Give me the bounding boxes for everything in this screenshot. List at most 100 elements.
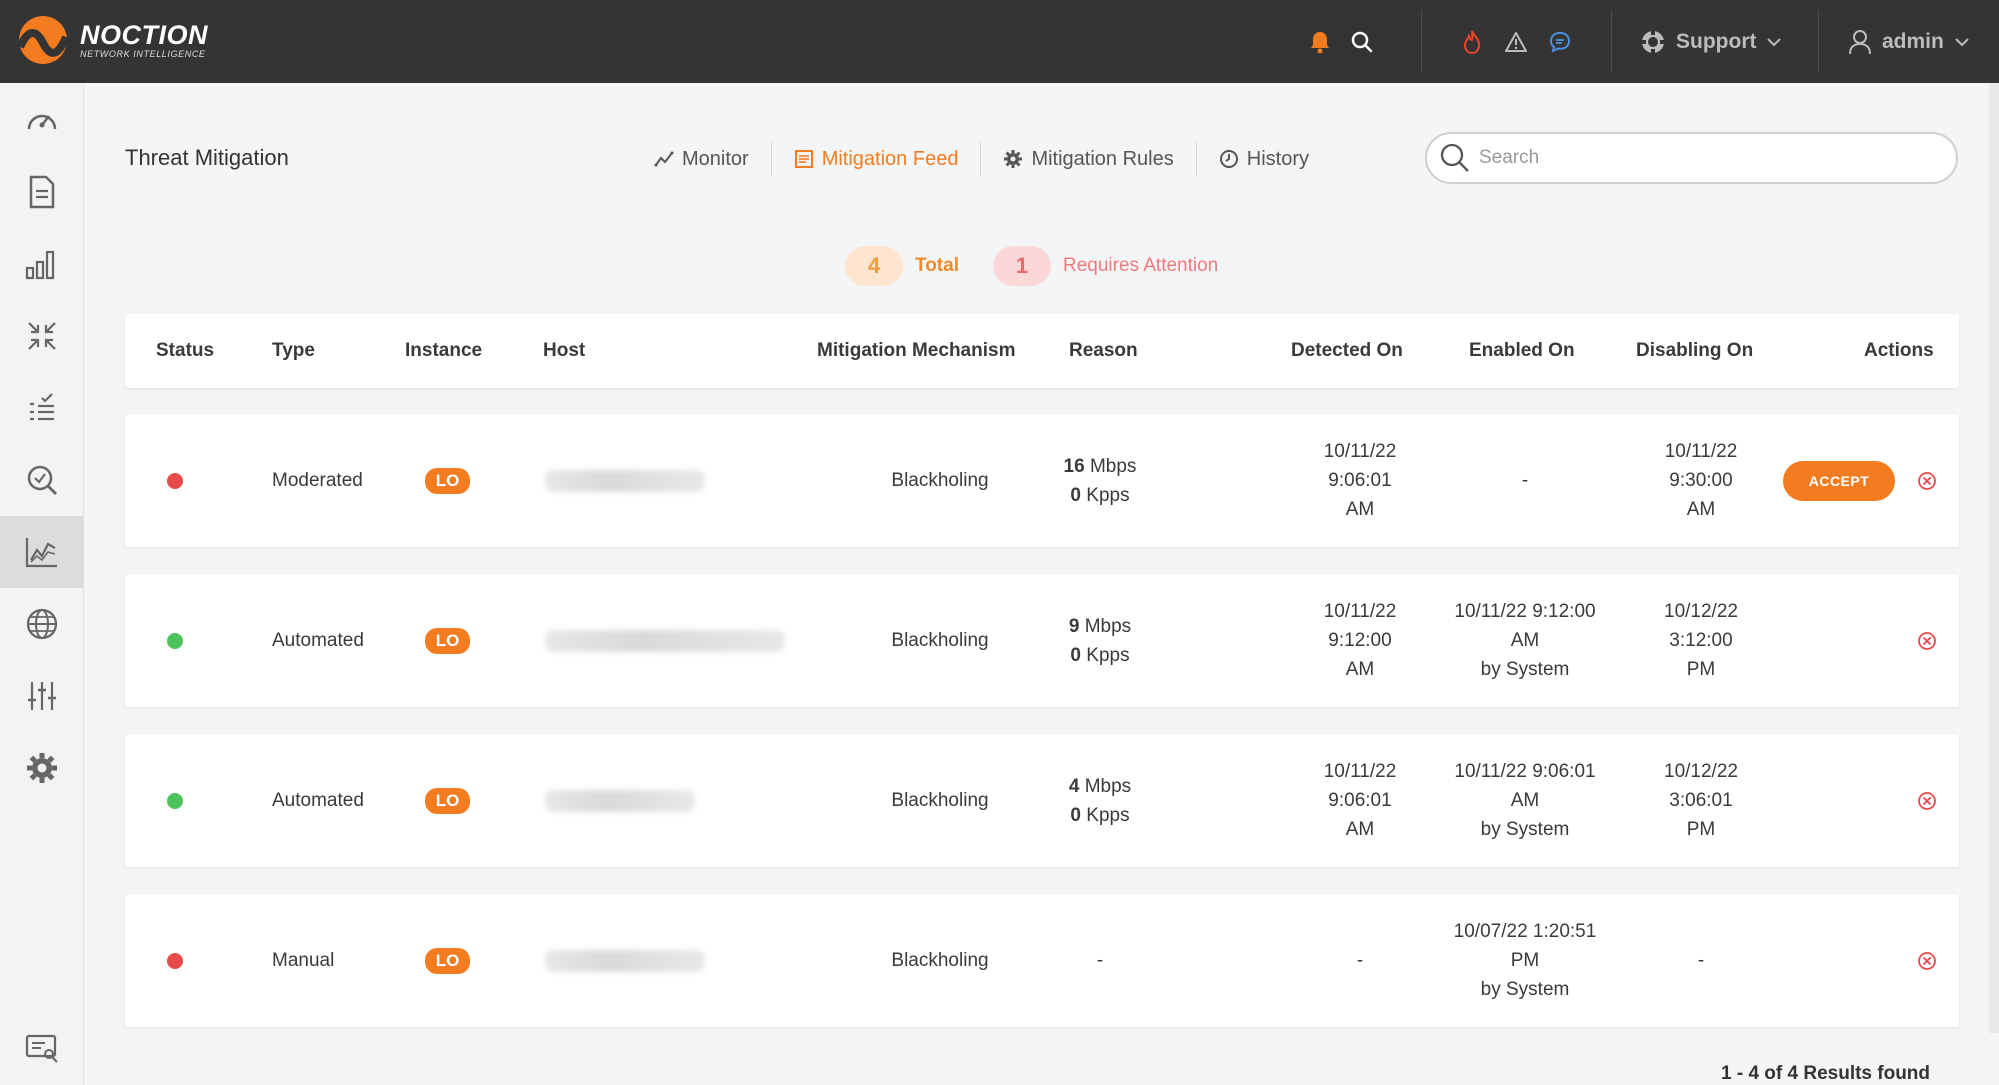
user-menu[interactable]: admin — [1848, 24, 1970, 60]
tab-history-label: History — [1246, 147, 1309, 170]
header-instance[interactable]: Instance — [405, 314, 482, 388]
detected-cell: 10/11/22 9:06:01 AM — [1323, 441, 1397, 520]
sidebar — [0, 83, 84, 1085]
tab-monitor[interactable]: Monitor — [632, 141, 771, 177]
remove-icon[interactable] — [1917, 414, 1937, 547]
logo[interactable]: NOCTION NETWORK INTELLIGENCE — [16, 13, 208, 67]
fire-icon[interactable] — [1456, 26, 1488, 58]
sidebar-item-statistics[interactable] — [0, 228, 84, 300]
chat-icon[interactable] — [1544, 26, 1576, 58]
results-count: 1 - 4 of 4 Results found — [1721, 1063, 1931, 1084]
attention-label[interactable]: Requires Attention — [1063, 255, 1218, 277]
warning-icon[interactable] — [1500, 26, 1532, 58]
remove-icon[interactable] — [1917, 574, 1937, 707]
gear-icon — [1004, 150, 1023, 168]
status-dot — [167, 632, 183, 649]
sidebar-item-reports[interactable] — [0, 156, 84, 228]
instance-badge: LO — [425, 627, 470, 654]
type-cell: Automated — [272, 630, 364, 651]
support-menu[interactable]: Support — [1640, 24, 1782, 60]
dashboard-icon — [27, 114, 57, 130]
sidebar-item-checklist[interactable] — [0, 372, 84, 444]
tab-mitigation-rules-label: Mitigation Rules — [1031, 147, 1174, 170]
header-disabling-on[interactable]: Disabling On — [1636, 314, 1753, 388]
mechanism-cell: Blackholing — [891, 630, 989, 651]
search-box — [1425, 132, 1958, 184]
remove-icon[interactable] — [1917, 894, 1937, 1027]
instance-badge: LO — [425, 467, 470, 494]
tab-monitor-label: Monitor — [682, 147, 749, 170]
table-row[interactable]: Moderated LO Blackholing 16 Mbps 0 Kpps … — [125, 414, 1959, 547]
table-row[interactable]: Manual LO Blackholing - - 10/07/22 1:20:… — [125, 894, 1959, 1027]
disabling-cell: 10/12/22 3:06:01 PM — [1664, 761, 1738, 840]
header-status[interactable]: Status — [156, 314, 214, 388]
sidebar-item-globe[interactable] — [0, 588, 84, 660]
reason-cell: 4 Mbps 0 Kpps — [1068, 775, 1132, 826]
mechanism-cell: Blackholing — [891, 950, 989, 971]
help-screen-icon — [25, 1034, 58, 1063]
table-row[interactable]: Automated LO Blackholing 4 Mbps 0 Kpps 1… — [125, 734, 1959, 867]
chevron-down-icon — [1955, 38, 1969, 47]
header-reason[interactable]: Reason — [1069, 314, 1138, 388]
mechanism-cell: Blackholing — [891, 790, 989, 811]
instance-badge: LO — [425, 787, 470, 814]
type-cell: Moderated — [272, 470, 363, 491]
search-icon[interactable] — [1346, 26, 1378, 58]
divider — [1818, 10, 1819, 73]
status-dot — [167, 792, 183, 809]
mechanism-cell: Blackholing — [891, 470, 989, 491]
header-detected-on[interactable]: Detected On — [1291, 314, 1403, 388]
enabled-cell: - — [1521, 470, 1529, 491]
sidebar-item-settings-sliders[interactable] — [0, 660, 84, 732]
gear-icon — [27, 753, 57, 783]
scrollbar[interactable] — [1989, 83, 1999, 1033]
table-row[interactable]: Automated LO Blackholing 9 Mbps 0 Kpps 1… — [125, 574, 1959, 707]
type-cell: Automated — [272, 790, 364, 811]
sidebar-item-threat-mitigation[interactable] — [0, 516, 84, 588]
support-label: Support — [1676, 30, 1757, 53]
noction-logo-icon — [16, 13, 70, 67]
sidebar-item-collapse[interactable] — [0, 300, 84, 372]
globe-icon — [26, 608, 58, 640]
header-type[interactable]: Type — [272, 314, 315, 388]
sidebar-item-dashboard[interactable] — [0, 84, 84, 156]
total-count-badge[interactable]: 4 — [845, 246, 903, 286]
accept-button[interactable]: ACCEPT — [1783, 460, 1895, 501]
search-icon — [1440, 143, 1469, 172]
enabled-cell: 10/11/22 9:06:01 AM by System — [1454, 761, 1596, 840]
inspect-icon — [27, 465, 57, 495]
sliders-icon — [28, 682, 56, 710]
reason-cell: 9 Mbps 0 Kpps — [1068, 615, 1132, 666]
chevron-down-icon — [1767, 38, 1782, 47]
remove-icon[interactable] — [1917, 734, 1937, 867]
sidebar-item-inspect[interactable] — [0, 444, 84, 516]
tab-mitigation-rules[interactable]: Mitigation Rules — [981, 141, 1195, 177]
user-label: admin — [1882, 30, 1944, 53]
header-actions: Actions — [1864, 340, 1934, 361]
disabling-cell: 10/12/22 3:12:00 PM — [1664, 601, 1738, 680]
divider — [1611, 10, 1612, 73]
tab-history[interactable]: History — [1197, 141, 1331, 177]
bell-icon[interactable] — [1304, 26, 1336, 58]
disabling-cell: 10/11/22 9:30:00 AM — [1664, 441, 1738, 520]
status-dot — [167, 952, 183, 969]
main-content: Threat Mitigation Monitor Mitigation Fee… — [84, 83, 1999, 1085]
brand-name: NOCTION — [80, 20, 208, 50]
threat-chart-icon — [25, 538, 57, 568]
header-mechanism[interactable]: Mitigation Mechanism — [817, 314, 1020, 388]
tab-mitigation-feed-label: Mitigation Feed — [821, 147, 959, 170]
sidebar-item-help[interactable] — [0, 1013, 84, 1085]
total-label[interactable]: Total — [915, 255, 959, 277]
attention-count-badge[interactable]: 1 — [992, 246, 1051, 286]
trend-icon — [654, 151, 674, 167]
lifebuoy-icon — [1641, 30, 1665, 54]
instance-badge: LO — [425, 947, 470, 974]
header-host[interactable]: Host — [543, 314, 585, 388]
search-input[interactable] — [1479, 147, 1919, 169]
status-dot — [167, 472, 183, 489]
tab-mitigation-feed[interactable]: Mitigation Feed — [772, 141, 981, 177]
sidebar-item-settings[interactable] — [0, 732, 84, 804]
header-enabled-on[interactable]: Enabled On — [1469, 314, 1575, 388]
divider — [1421, 10, 1422, 73]
disabling-cell: - — [1697, 950, 1705, 971]
